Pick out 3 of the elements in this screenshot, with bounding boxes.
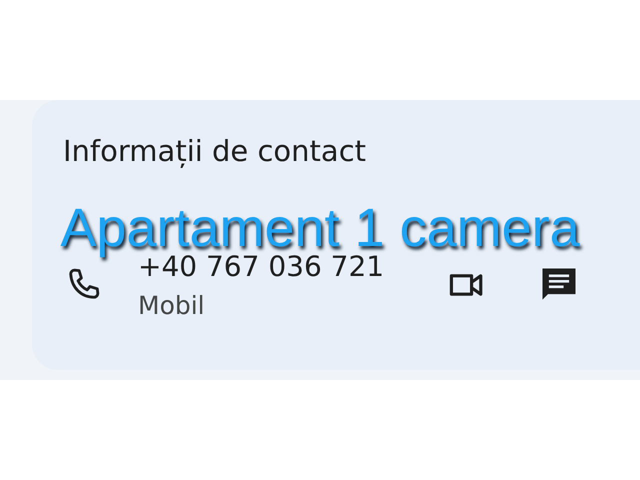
phone-number[interactable]: +40 767 036 721	[138, 250, 443, 283]
section-title: Informații de contact	[63, 134, 368, 168]
phone-type: Mobil	[138, 291, 206, 320]
